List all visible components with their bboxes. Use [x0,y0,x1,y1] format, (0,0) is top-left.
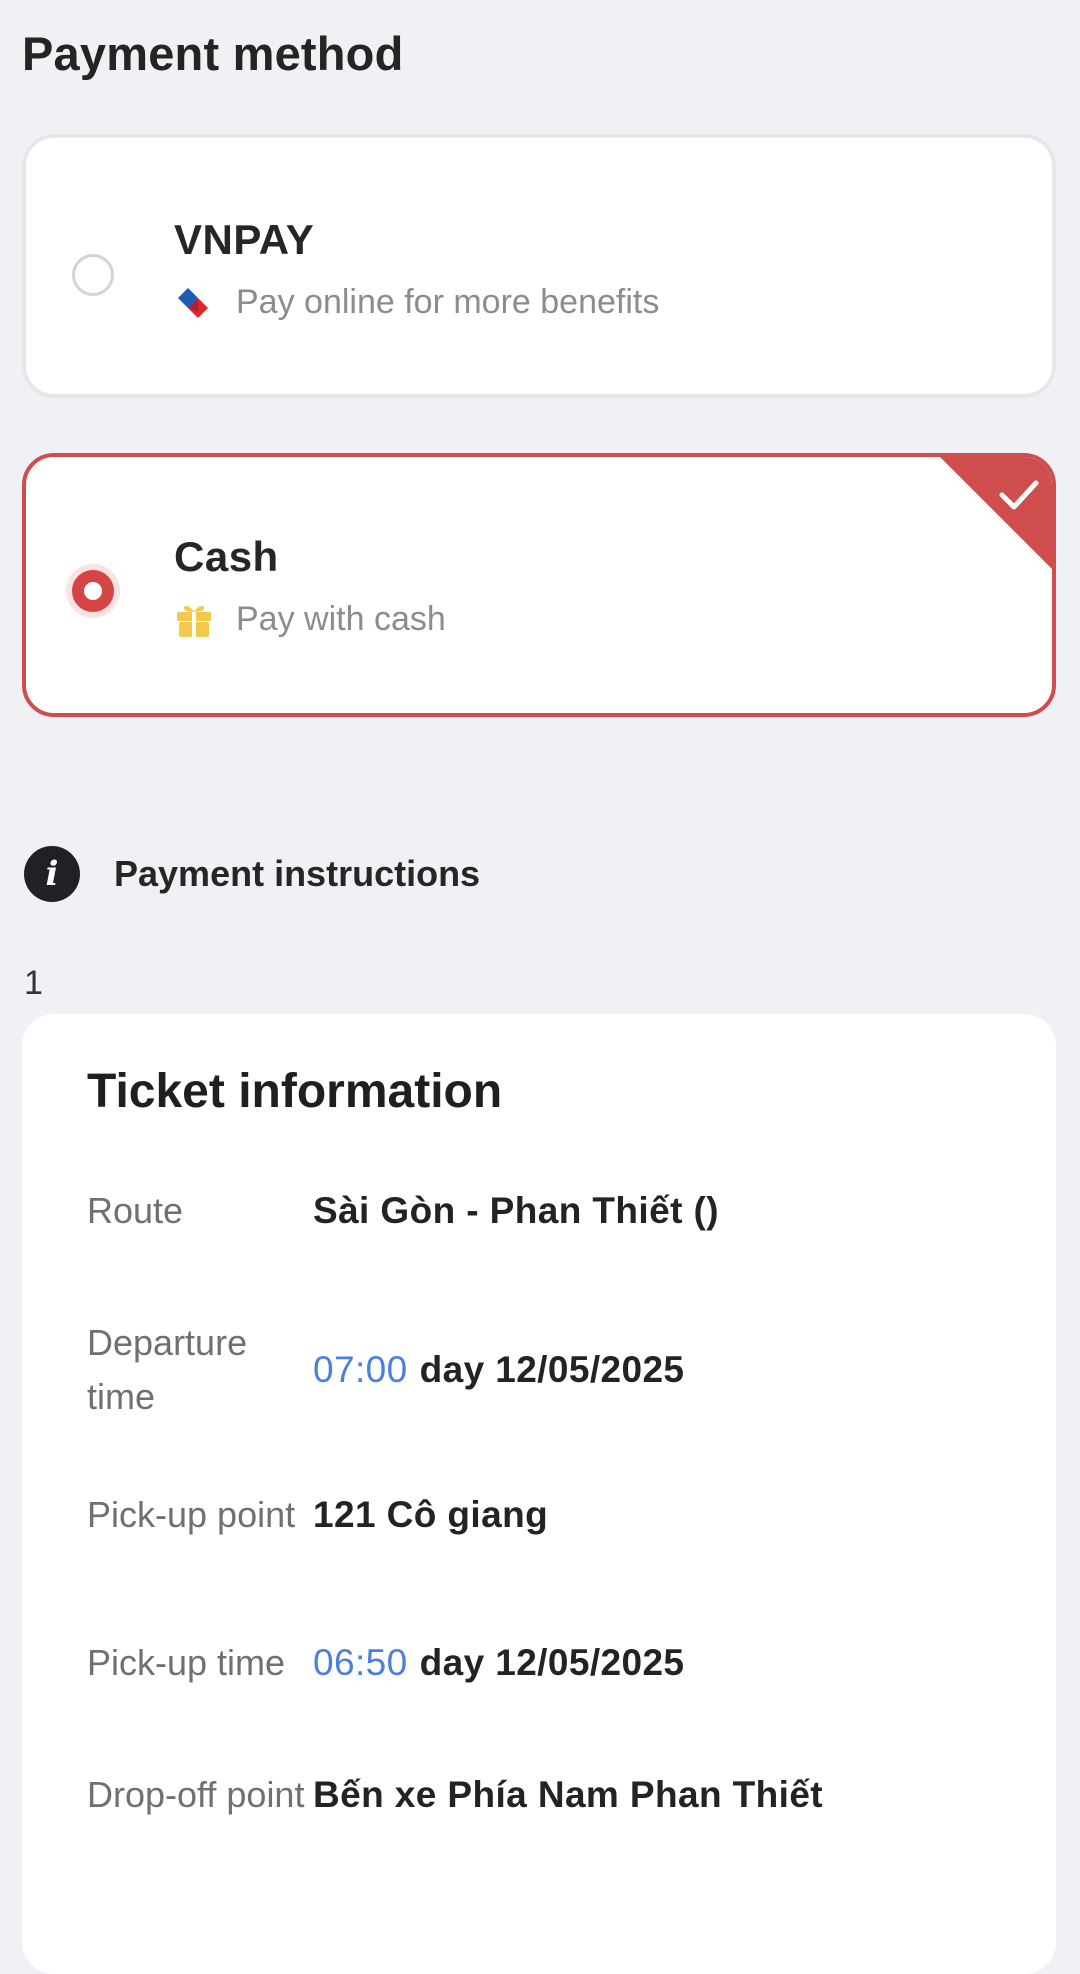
route-value: Sài Gòn - Phan Thiết () [313,1190,719,1231]
cash-method-description-row: Pay with cash [174,599,446,639]
vnpay-method-description: Pay online for more benefits [236,282,660,321]
cash-method-description: Pay with cash [236,599,446,638]
ticket-info-title: Ticket information [87,1065,503,1118]
pickup-date: day 12/05/2025 [419,1642,685,1683]
pickup-time-label: Pick-up time [87,1642,286,1683]
pickup-point-value: 121 Cô giang [313,1494,549,1535]
gift-icon [177,605,211,637]
selected-check-icon [940,457,1052,569]
vnpay-method-name: VNPAY [174,216,315,263]
payment-option-cash[interactable]: Cash Pay with cash [22,453,1056,717]
dropoff-point-label: Drop-off point [87,1774,305,1815]
ticket-row-pickup-time: Pick-up time 06:50 day 12/05/2025 [87,1636,1027,1690]
vnpay-logo-icon [178,288,208,318]
ticket-info-card: Ticket information Route Sài Gòn - Phan … [22,1014,1056,1974]
ticket-row-departure-time: Departure time 07:00 day 12/05/2025 [87,1316,1027,1424]
payment-instructions-label: Payment instructions [114,853,481,894]
departure-time-label: Departure time [87,1322,248,1417]
cash-method-name: Cash [174,533,279,580]
cash-radio[interactable] [72,570,114,612]
payment-option-vnpay[interactable]: VNPAY Pay online for more benefits [22,134,1056,398]
pickup-time-clock: 06:50 [313,1642,408,1683]
pickup-point-label: Pick-up point [87,1494,296,1535]
departure-time-clock: 07:00 [313,1349,408,1390]
vnpay-radio[interactable] [72,254,114,296]
route-label: Route [87,1190,184,1231]
departure-date: day 12/05/2025 [419,1349,685,1390]
ticket-row-pickup-point: Pick-up point 121 Cô giang [87,1488,1027,1542]
vnpay-method-description-row: Pay online for more benefits [174,282,659,322]
ticket-row-route: Route Sài Gòn - Phan Thiết () [87,1184,1027,1238]
info-icon: i [24,846,80,902]
dropoff-point-value: Bến xe Phía Nam Phan Thiết [313,1774,824,1815]
stray-number-text: 1 [24,964,43,1002]
ticket-row-dropoff-point: Drop-off point Bến xe Phía Nam Phan Thiế… [87,1768,1027,1822]
payment-instructions-link[interactable]: i Payment instructions [24,846,480,902]
pickup-time-value: 06:50 day 12/05/2025 [313,1642,684,1684]
departure-time-value: 07:00 day 12/05/2025 [313,1349,684,1391]
payment-method-title: Payment method [22,27,404,80]
